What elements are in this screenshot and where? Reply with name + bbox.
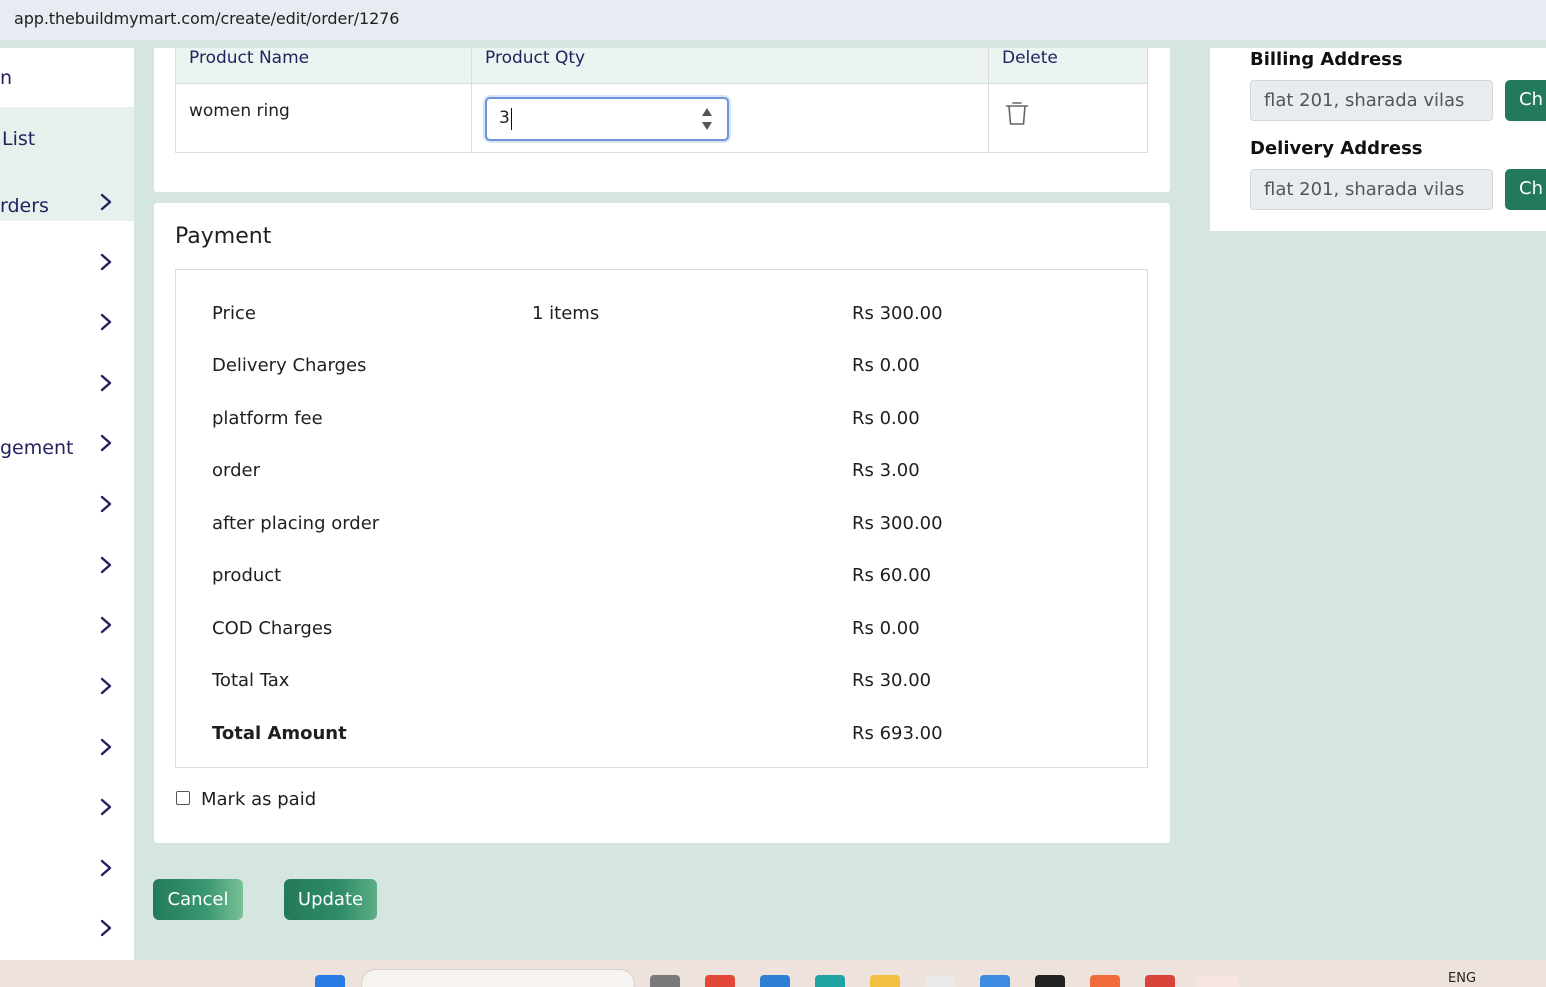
payment-label: after placing order — [212, 513, 380, 534]
number-spinner-icon[interactable] — [701, 106, 713, 132]
payment-row-total-tax: Total Tax Rs 30.00 — [176, 670, 1147, 700]
chevron-right-icon[interactable] — [100, 313, 112, 331]
payment-row-total-amount: Total Amount Rs 693.00 — [176, 723, 1147, 753]
payment-label: order — [212, 460, 260, 481]
payment-amount: Rs 693.00 — [852, 723, 943, 744]
chevron-right-icon[interactable] — [100, 859, 112, 877]
payment-amount: Rs 300.00 — [852, 303, 943, 324]
chevron-right-icon[interactable] — [100, 738, 112, 756]
payment-label: Price — [212, 303, 256, 324]
payment-amount: Rs 0.00 — [852, 618, 920, 639]
folder-icon[interactable] — [870, 975, 900, 987]
column-divider — [988, 48, 989, 152]
postman-icon[interactable] — [1090, 975, 1120, 987]
payment-title: Payment — [175, 224, 272, 249]
browser-url[interactable]: app.thebuildmymart.com/create/edit/order… — [14, 9, 399, 28]
payment-amount: Rs 0.00 — [852, 355, 920, 376]
change-button-label: Ch — [1519, 178, 1543, 199]
text-caret — [511, 108, 512, 130]
payment-row-order: order Rs 3.00 — [176, 460, 1147, 490]
chevron-right-icon[interactable] — [100, 919, 112, 937]
payment-amount: Rs 3.00 — [852, 460, 920, 481]
delivery-address-title: Delivery Address — [1250, 138, 1423, 159]
sidebar: n List rders gement — [0, 48, 134, 960]
payment-label: Total Tax — [212, 670, 290, 691]
chevron-right-icon[interactable] — [100, 798, 112, 816]
page-top-gap — [0, 40, 1546, 48]
payment-label: platform fee — [212, 408, 323, 429]
payment-row-cod: COD Charges Rs 0.00 — [176, 618, 1147, 648]
change-button-label: Ch — [1519, 89, 1543, 110]
chevron-right-icon[interactable] — [100, 374, 112, 392]
payment-row-delivery: Delivery Charges Rs 0.00 — [176, 355, 1147, 385]
update-button[interactable]: Update — [284, 879, 377, 920]
payment-label: Delivery Charges — [212, 355, 367, 376]
payment-amount: Rs 30.00 — [852, 670, 932, 691]
chrome-active-icon[interactable] — [1195, 975, 1239, 987]
chrome-icon[interactable] — [705, 975, 735, 987]
edge-icon[interactable] — [815, 975, 845, 987]
payment-label: Total Amount — [212, 723, 347, 744]
chrome-icon[interactable] — [1145, 975, 1175, 987]
sidebar-item-management[interactable]: gement — [0, 437, 73, 459]
payment-row-product: product Rs 60.00 — [176, 565, 1147, 595]
payment-row-platform-fee: platform fee Rs 0.00 — [176, 408, 1147, 438]
payment-row-price: Price 1 items Rs 300.00 — [176, 303, 1147, 333]
chevron-right-icon[interactable] — [100, 616, 112, 634]
windows-start-icon[interactable] — [315, 975, 345, 987]
product-name-cell: women ring — [189, 101, 290, 121]
sidebar-item-label[interactable]: List — [2, 128, 35, 150]
change-delivery-address-button[interactable]: Ch — [1505, 169, 1546, 210]
payment-item-count: 1 items — [532, 303, 600, 324]
checkbox[interactable] — [176, 791, 190, 805]
payment-amount: Rs 300.00 — [852, 513, 943, 534]
billing-address-title: Billing Address — [1250, 49, 1403, 70]
sidebar-item-label[interactable]: n — [0, 67, 12, 89]
header-product-name: Product Name — [189, 48, 310, 68]
payment-label: product — [212, 565, 282, 586]
product-qty-value[interactable]: 3 — [499, 108, 510, 128]
mark-as-paid-label[interactable]: Mark as paid — [201, 789, 316, 810]
billing-address-field[interactable]: flat 201, sharada vilas — [1250, 80, 1493, 121]
browser-address-bar[interactable]: app.thebuildmymart.com/create/edit/order… — [0, 0, 1546, 40]
billing-address-value: flat 201, sharada vilas — [1264, 90, 1465, 111]
chevron-right-icon[interactable] — [100, 434, 112, 452]
task-view-icon[interactable] — [650, 975, 680, 987]
product-table: Product Name Product Qty Delete women ri… — [175, 48, 1148, 153]
language-indicator[interactable]: ENG — [1448, 971, 1476, 986]
payment-card: Payment Price 1 items Rs 300.00 Delivery… — [154, 203, 1170, 843]
cancel-button[interactable]: Cancel — [153, 879, 243, 920]
chevron-right-icon[interactable] — [100, 495, 112, 513]
taskbar: ENG — [0, 960, 1546, 987]
terminal-icon[interactable] — [1035, 975, 1065, 987]
payment-summary: Price 1 items Rs 300.00 Delivery Charges… — [175, 269, 1148, 768]
chevron-right-icon[interactable] — [100, 193, 112, 211]
app-icon[interactable] — [925, 975, 955, 987]
address-card: Billing Address flat 201, sharada vilas … — [1210, 48, 1546, 231]
payment-label: COD Charges — [212, 618, 333, 639]
chevron-right-icon[interactable] — [100, 677, 112, 695]
header-delete: Delete — [1002, 48, 1058, 68]
header-product-qty: Product Qty — [485, 48, 586, 68]
delivery-address-value: flat 201, sharada vilas — [1264, 179, 1465, 200]
change-billing-address-button[interactable]: Ch — [1505, 80, 1546, 121]
notepad-icon[interactable] — [980, 975, 1010, 987]
product-table-card: Product Name Product Qty Delete women ri… — [154, 48, 1170, 192]
payment-amount: Rs 60.00 — [852, 565, 932, 586]
sidebar-item-orders[interactable]: rders — [0, 195, 49, 217]
vscode-icon[interactable] — [760, 975, 790, 987]
chevron-right-icon[interactable] — [100, 556, 112, 574]
payment-amount: Rs 0.00 — [852, 408, 920, 429]
trash-icon[interactable] — [1005, 100, 1029, 126]
column-divider — [471, 48, 472, 152]
delivery-address-field[interactable]: flat 201, sharada vilas — [1250, 169, 1493, 210]
product-qty-input[interactable]: 3 — [485, 97, 729, 141]
payment-row-after-placing: after placing order Rs 300.00 — [176, 513, 1147, 543]
taskbar-search-box[interactable] — [361, 969, 635, 987]
chevron-right-icon[interactable] — [100, 253, 112, 271]
